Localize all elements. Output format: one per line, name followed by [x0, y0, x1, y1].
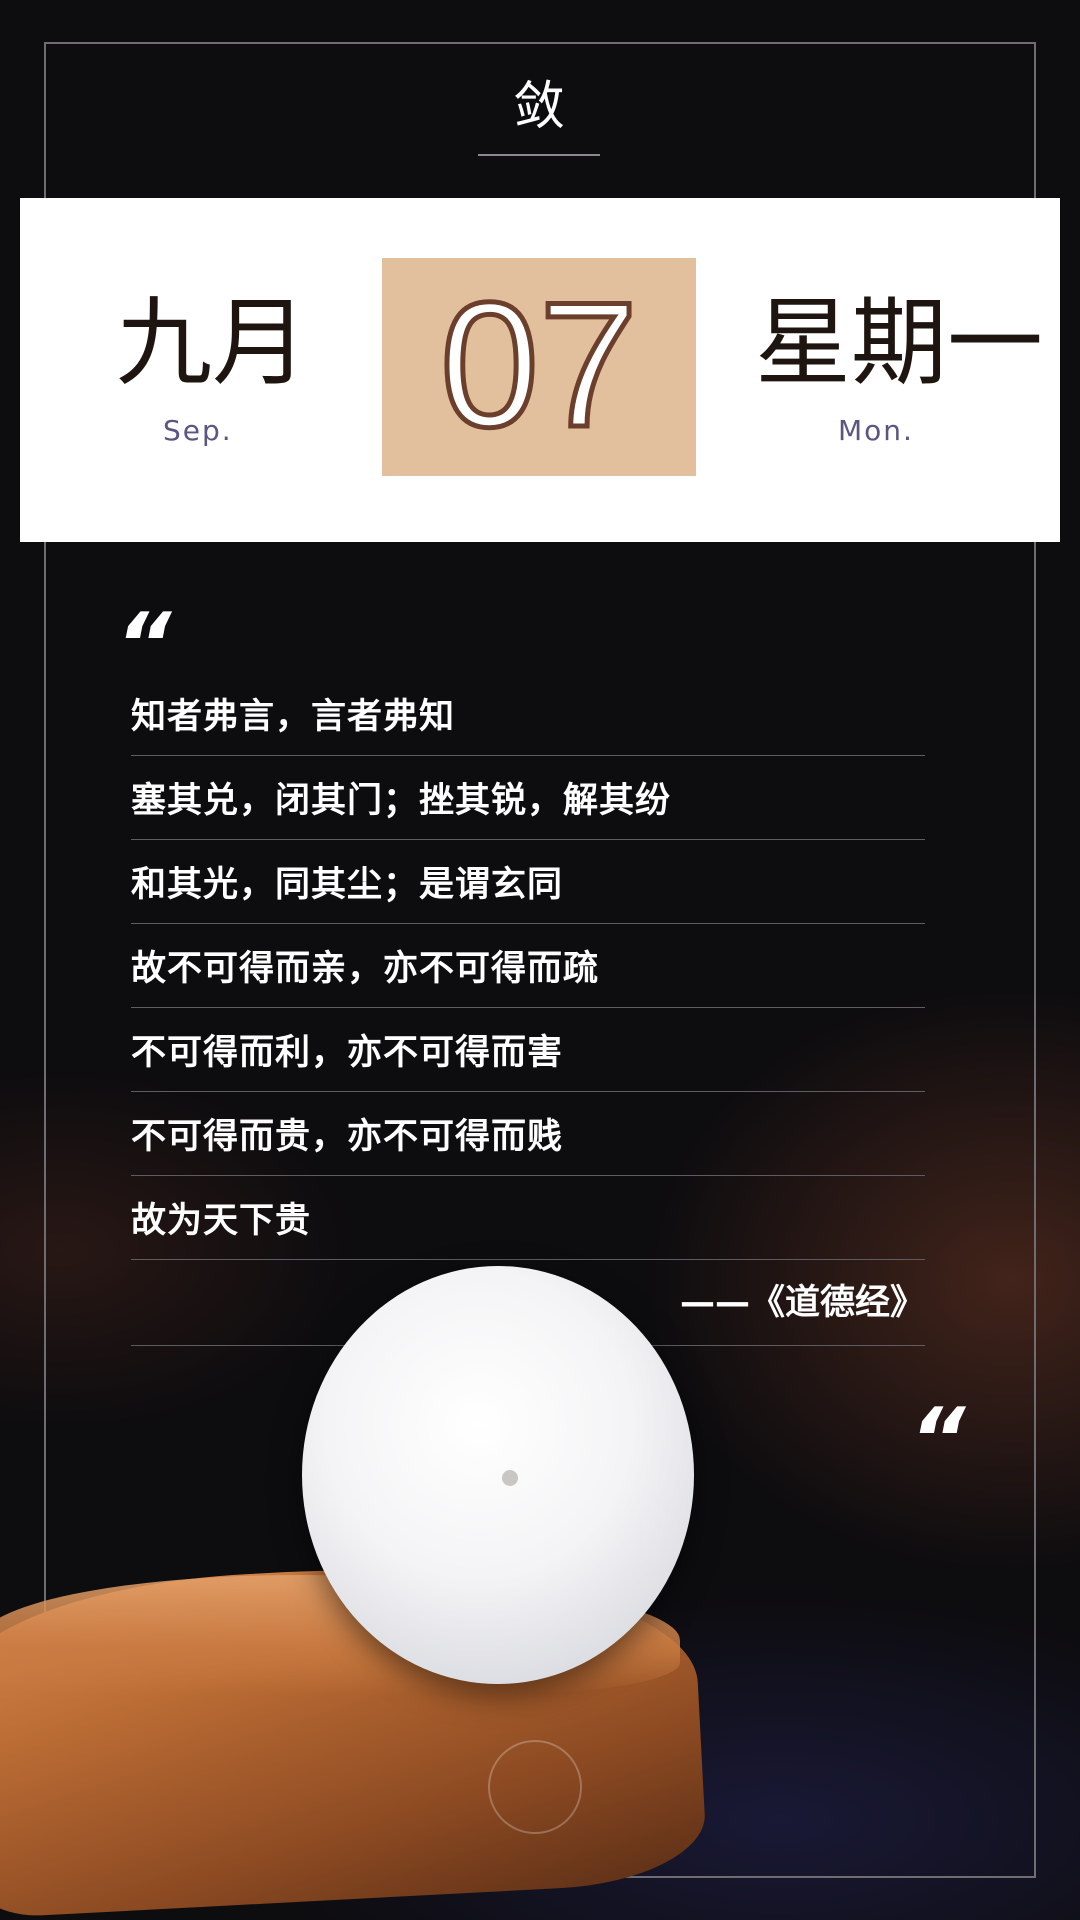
month-cn: 九月 — [116, 287, 308, 399]
weekday-cn: 星期一 — [755, 287, 1043, 399]
poster-title: 敛 — [512, 77, 565, 137]
quote-line: 故为天下贵 — [131, 1176, 925, 1260]
quote-line: 塞其兑，闭其门；挫其锐，解其纷 — [131, 756, 925, 840]
title-underline — [478, 154, 600, 156]
title-block: 敛 — [478, 72, 600, 156]
quote-line-text: 和其光，同其尘；是谓玄同 — [131, 865, 564, 905]
quote-line-text: 故不可得而亲，亦不可得而疏 — [131, 949, 600, 989]
date-card: 九月 Sep. 07 星期一 Mon. — [20, 198, 1060, 542]
poster: 敛 九月 Sep. 07 星期一 Mon. “ 知者弗言，言者弗知 塞其兑，闭其… — [0, 0, 1080, 1920]
quote-line-text: 知者弗言，言者弗知 — [131, 697, 456, 737]
quote-line-text: 不可得而贵，亦不可得而贱 — [131, 1117, 564, 1157]
quote-lines: 知者弗言，言者弗知 塞其兑，闭其门；挫其锐，解其纷 和其光，同其尘；是谓玄同 故… — [131, 672, 925, 1346]
jade-disc-image — [302, 1266, 694, 1684]
quote-line: 故不可得而亲，亦不可得而疏 — [131, 924, 925, 1008]
month-en: Sep. — [163, 414, 233, 447]
quote-line: 不可得而贵，亦不可得而贱 — [131, 1092, 925, 1176]
close-quote-mark: “ — [910, 1390, 966, 1490]
day-box: 07 — [382, 258, 696, 476]
quote-line: 和其光，同其尘；是谓玄同 — [131, 840, 925, 924]
quote-line: 不可得而利，亦不可得而害 — [131, 1008, 925, 1092]
quote-line: 知者弗言，言者弗知 — [131, 672, 925, 756]
quote-line-text: 不可得而利，亦不可得而害 — [131, 1033, 564, 1073]
quote-line-text: 塞其兑，闭其门；挫其锐，解其纷 — [131, 781, 672, 821]
watermark-seal — [488, 1740, 582, 1834]
quote-line-text: 故为天下贵 — [131, 1201, 312, 1241]
day-number: 07 — [438, 265, 641, 464]
jade-hole — [502, 1470, 518, 1486]
weekday-en: Mon. — [838, 414, 914, 447]
